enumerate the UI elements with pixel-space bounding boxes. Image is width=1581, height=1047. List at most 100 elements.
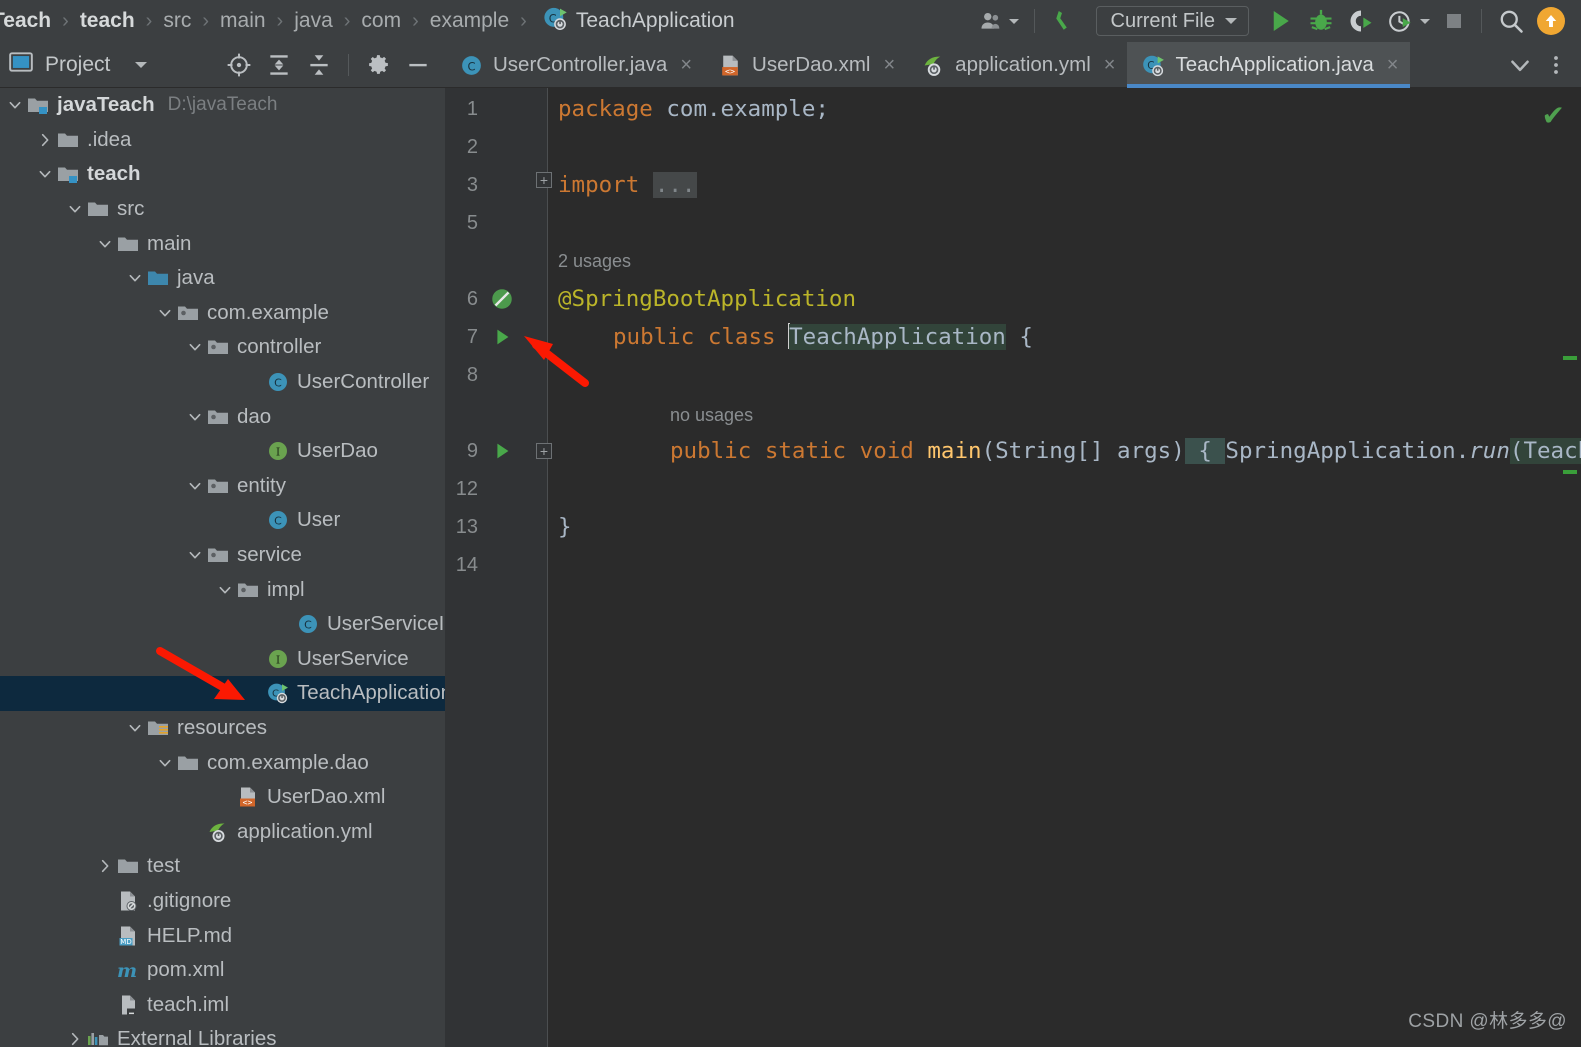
tree-node-entity[interactable]: entity [0, 469, 445, 504]
tree-node-dao[interactable]: dao [0, 399, 445, 434]
tree-node-teachapplication[interactable]: C TeachApplication [0, 676, 445, 711]
tree-node-label: main [147, 231, 192, 255]
tree-node-application-yml[interactable]: application.yml [0, 814, 445, 849]
breadcrumb-item-java[interactable]: java [294, 0, 333, 42]
chevron-down-icon[interactable] [184, 547, 206, 563]
tree-node-test[interactable]: test [0, 849, 445, 884]
tree-node-usercontroller[interactable]: C UserController [0, 365, 445, 400]
breadcrumb-item-teach[interactable]: teach [80, 0, 135, 42]
close-icon[interactable]: × [680, 55, 692, 75]
code-editor[interactable]: 1 2 3 5 6 7 8 9 12 13 14 + + package com.example; … [445, 88, 1581, 1047]
chevron-down-icon[interactable] [184, 339, 206, 355]
divider [348, 53, 349, 76]
close-icon[interactable]: × [1387, 55, 1399, 75]
tree-node-javateach[interactable]: javaTeach D:\javaTeach [0, 88, 445, 123]
close-icon[interactable]: × [1104, 55, 1116, 75]
project-panel-actions [220, 46, 445, 84]
editor-tab-application-yml[interactable]: application.yml × [907, 42, 1127, 88]
chevron-down-icon[interactable] [154, 755, 176, 771]
chevron-down-icon[interactable] [124, 270, 146, 286]
intention-bulb-icon[interactable] [489, 280, 515, 318]
usages-hint-main[interactable]: no usages [670, 400, 753, 430]
locate-icon[interactable] [220, 46, 258, 84]
tree-node-userserviceimpl[interactable]: C UserServiceImpl [0, 607, 445, 642]
tree-node-external-libraries[interactable]: External Libraries [0, 1022, 445, 1047]
chevron-down-icon[interactable] [1503, 42, 1537, 88]
tree-node-teach[interactable]: teach [0, 157, 445, 192]
gear-icon[interactable] [359, 46, 397, 84]
folded-imports[interactable]: ... [652, 172, 698, 198]
chevron-down-icon[interactable] [34, 166, 56, 182]
stop-icon[interactable] [1436, 0, 1472, 42]
breadcrumb-item-main[interactable]: main [220, 0, 266, 42]
tree-node-com-example[interactable]: com.example [0, 296, 445, 331]
chevron-right-icon[interactable] [34, 132, 56, 148]
breadcrumb-item-com[interactable]: com [361, 0, 401, 42]
hide-icon[interactable] [399, 46, 437, 84]
profiler-icon[interactable] [1381, 0, 1436, 42]
chevron-down-icon[interactable] [4, 97, 26, 113]
inspection-status-icon[interactable]: ✔ [1542, 102, 1565, 130]
breadcrumb-item-src[interactable]: src [163, 0, 191, 42]
main-method-name: main [927, 438, 982, 464]
chevron-down-icon[interactable] [214, 582, 236, 598]
code-content[interactable]: package com.example; import ... 2 usages… [548, 88, 1581, 1047]
tree-node-main[interactable]: main [0, 226, 445, 261]
breadcrumb-item-teach[interactable]: Teach [0, 0, 51, 42]
run-gutter-icon-main[interactable] [489, 432, 515, 470]
tree-node-userservice[interactable]: I UserService [0, 642, 445, 677]
run-configuration-selector[interactable]: Current File [1095, 6, 1249, 36]
tree-node-teach-iml[interactable]: teach.iml [0, 987, 445, 1022]
project-tree[interactable]: javaTeach D:\javaTeach .idea teach src main ja… [0, 88, 445, 1047]
editor-marker-strip[interactable]: ✔ [1542, 88, 1581, 1047]
xml-file-icon: <> [236, 785, 260, 809]
tree-node-userdao-xml[interactable]: <> UserDao.xml [0, 780, 445, 815]
search-everywhere-icon[interactable] [1491, 0, 1531, 42]
run-icon[interactable] [1259, 0, 1301, 42]
tree-node-src[interactable]: src [0, 192, 445, 227]
breadcrumb-item-file[interactable]: C TeachApplication [542, 5, 735, 37]
updates-icon[interactable] [1044, 0, 1086, 42]
tree-node-label: .gitignore [147, 888, 232, 912]
updates-available-button[interactable] [1531, 0, 1571, 42]
chevron-down-icon[interactable] [135, 61, 148, 68]
tree-node-impl[interactable]: impl [0, 572, 445, 607]
tree-node--idea[interactable]: .idea [0, 123, 445, 158]
chevron-down-icon[interactable] [154, 305, 176, 321]
editor-tab-usercontroller-java[interactable]: C UserController.java × [445, 42, 704, 88]
chevron-right-icon[interactable] [94, 858, 116, 874]
change-marker[interactable] [1563, 356, 1577, 360]
tree-node-service[interactable]: service [0, 538, 445, 573]
debug-icon[interactable] [1301, 0, 1341, 42]
chevron-down-icon[interactable] [184, 478, 206, 494]
expand-all-icon[interactable] [260, 46, 298, 84]
account-icon[interactable] [972, 0, 1025, 42]
tree-node-pom-xml[interactable]: m pom.xml [0, 953, 445, 988]
more-options-icon[interactable] [1539, 42, 1573, 88]
chevron-down-icon[interactable] [184, 409, 206, 425]
collapse-all-icon[interactable] [300, 46, 338, 84]
tree-node-userdao[interactable]: I UserDao [0, 434, 445, 469]
project-panel-header: Project [0, 42, 445, 88]
editor-tab-teachapplication-java[interactable]: C TeachApplication.java × [1127, 42, 1411, 88]
chevron-down-icon[interactable] [124, 720, 146, 736]
chevron-down-icon[interactable] [94, 236, 116, 252]
chevron-down-icon[interactable] [64, 201, 86, 217]
run-with-coverage-icon[interactable] [1341, 0, 1381, 42]
chevron-right-icon[interactable] [64, 1031, 86, 1047]
breadcrumb-item-example[interactable]: example [430, 0, 509, 42]
tree-node-com-example-dao[interactable]: com.example.dao [0, 745, 445, 780]
editor-gutter[interactable]: 1 2 3 5 6 7 8 9 12 13 14 + + [445, 88, 552, 1047]
tree-node--gitignore[interactable]: .gitignore [0, 884, 445, 919]
tree-node-controller[interactable]: controller [0, 330, 445, 365]
run-gutter-icon-class[interactable] [489, 318, 515, 356]
tree-node-resources[interactable]: resources [0, 711, 445, 746]
usages-hint-class[interactable]: 2 usages [558, 246, 631, 276]
tree-node-java[interactable]: java [0, 261, 445, 296]
tree-node-help-md[interactable]: MD HELP.md [0, 918, 445, 953]
editor-tab-userdao-xml[interactable]: <> UserDao.xml × [704, 42, 907, 88]
tree-node-user[interactable]: C User [0, 503, 445, 538]
close-icon[interactable]: × [883, 55, 895, 75]
project-tool-window-button[interactable]: Project [0, 49, 148, 80]
change-marker[interactable] [1563, 470, 1577, 474]
